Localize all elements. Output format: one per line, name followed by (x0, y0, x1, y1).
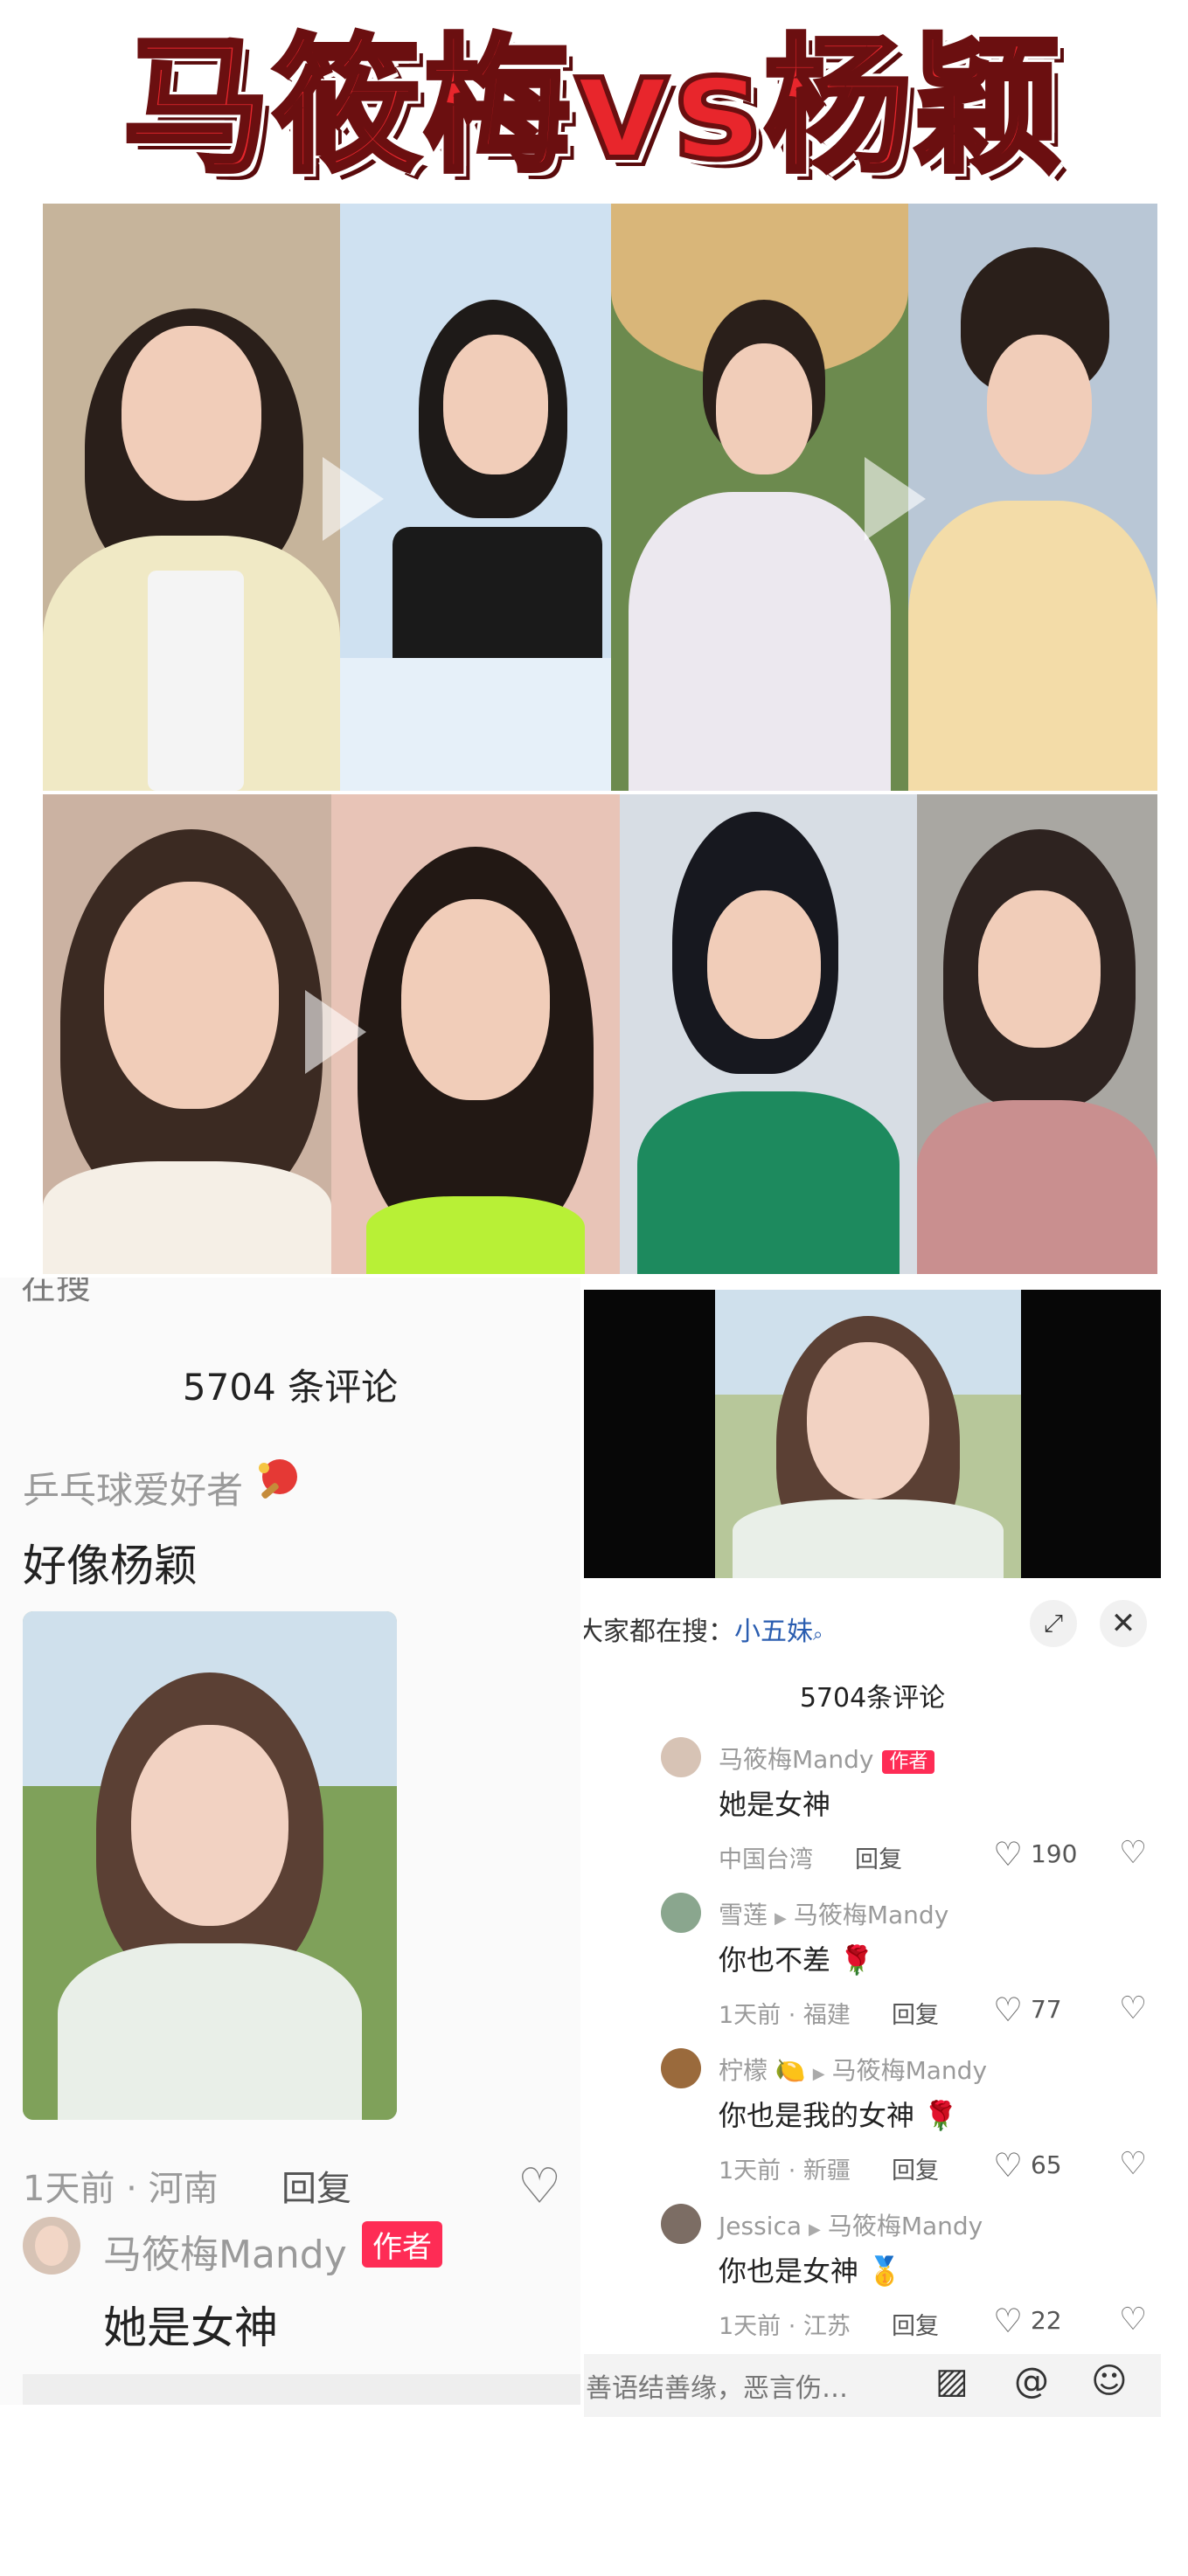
reply-button[interactable]: 回复 (892, 2307, 939, 2341)
heart-icon[interactable]: ♡ (518, 2158, 561, 2215)
reply-to-username[interactable]: 马筱梅Mandy (794, 1901, 948, 1929)
photo-5[interactable] (43, 794, 331, 1274)
reply-arrow-icon: ▶ (775, 1909, 787, 1928)
comment-panel-left: 在搜 5704 条评论 乒乓球爱好者 好像杨颖 1天前 · 河南 回复 ♡ 马筱… (0, 1278, 580, 2405)
photo-6[interactable] (331, 794, 620, 1274)
comment-text: 她是女神 (103, 2302, 278, 2353)
reply-arrow-icon: ▶ (812, 2065, 825, 2083)
reply-to-username[interactable]: 马筱梅Mandy (832, 2056, 987, 2085)
author-badge: 作者 (882, 1750, 935, 1774)
page-footer-space (0, 2420, 1188, 2576)
photo-1[interactable] (43, 204, 340, 791)
ping-pong-icon (259, 1459, 297, 1499)
reply-arrow-icon: ▶ (809, 2220, 821, 2239)
dislike-icon[interactable]: ♡ (1119, 1991, 1147, 2026)
expand-icon[interactable]: ⤢ (1030, 1600, 1077, 1647)
comment-text: 她是女神 (719, 1788, 831, 1821)
photo-7[interactable] (620, 794, 917, 1274)
photo-3[interactable] (611, 204, 908, 791)
play-icon[interactable] (305, 990, 366, 1074)
like-button[interactable]: ♡ 190 (993, 1835, 1077, 1873)
comment-text: 好像杨颖 (23, 1541, 198, 1591)
emoji-icon[interactable]: ☺ (1091, 2361, 1128, 2401)
photo-8[interactable] (917, 794, 1157, 1274)
like-button[interactable]: ♡ 77 (993, 1991, 1062, 2029)
heart-icon: ♡ (993, 1991, 1024, 2029)
avatar[interactable] (661, 2048, 701, 2088)
comment-username[interactable]: 柠檬 🍋 (719, 2056, 806, 2085)
heart-icon: ♡ (993, 2146, 1024, 2185)
video-player[interactable] (584, 1290, 1161, 1578)
comment-text: 你也是女神 🥇 (719, 2254, 903, 2288)
input-bar[interactable] (23, 2374, 580, 2405)
search-label: 大家都在搜： (584, 1617, 734, 1647)
comment-item: 柠檬 🍋 ▶ 马筱梅Mandy 你也是我的女神 🌹 1天前 · 新疆 回复 ♡ 65… (584, 2048, 1161, 2206)
comment-item: Jessica ▶ 马筱梅Mandy 你也是女神 🥇 1天前 · 江苏 回复 ♡ 2… (584, 2204, 1161, 2361)
comment-meta: 1天前 · 江苏 (719, 2313, 851, 2340)
comment-meta: 1天前 · 福建 (719, 2002, 851, 2029)
search-keyword[interactable]: 小五妹 (734, 1617, 813, 1647)
reply-button[interactable]: 回复 (892, 1996, 939, 2030)
play-icon[interactable] (865, 457, 926, 541)
avatar[interactable] (661, 1737, 701, 1777)
comment-item: 马筱梅Mandy 作者 她是女神 中国台湾 回复 ♡ 190 ♡ (584, 1737, 1161, 1894)
comment-username[interactable]: 雪莲 (719, 1901, 768, 1929)
author-name[interactable]: 马筱梅Mandy (103, 2223, 347, 2279)
dislike-icon[interactable]: ♡ (1119, 1835, 1147, 1871)
comment-username[interactable]: 马筱梅Mandy (719, 1745, 873, 1774)
comment-panel-right: 大家都在搜：小五妹⌕ ⤢ ✕ 5704条评论 马筱梅Mandy 作者 她是女神 中… (584, 1290, 1161, 2417)
comment-image[interactable] (23, 1611, 397, 2120)
author-badge: 作者 (362, 2221, 442, 2268)
reply-button[interactable]: 回复 (892, 2151, 939, 2185)
heart-icon: ♡ (993, 1835, 1024, 1873)
comment-meta: 1天前 · 新疆 (719, 2157, 851, 2185)
comment-username[interactable]: Jessica (719, 2212, 802, 2240)
at-icon[interactable]: @ (1014, 2361, 1049, 2401)
search-icon: ⌕ (813, 1624, 823, 1645)
reply-button[interactable]: 回复 (281, 2160, 351, 2211)
image-icon[interactable]: ▨ (935, 2361, 969, 2401)
comment-input[interactable]: 善语结善缘，恶言伤… (586, 2366, 848, 2405)
reply-to-username[interactable]: 马筱梅Mandy (828, 2212, 983, 2240)
play-icon[interactable] (323, 457, 384, 541)
close-icon[interactable]: ✕ (1100, 1600, 1147, 1647)
comment-meta: 1天前 · 河南 (23, 2169, 219, 2209)
like-button[interactable]: ♡ 65 (993, 2146, 1062, 2185)
reply-button[interactable]: 回复 (855, 1840, 902, 1874)
like-count: 22 (1030, 2306, 1062, 2335)
avatar[interactable] (23, 2217, 80, 2275)
heart-icon: ♡ (993, 2302, 1024, 2340)
dislike-icon[interactable]: ♡ (1119, 2302, 1147, 2337)
like-count: 65 (1030, 2150, 1062, 2179)
like-button[interactable]: ♡ 22 (993, 2302, 1062, 2340)
search-hint-cut: 在搜 (21, 1278, 91, 1307)
avatar[interactable] (661, 2204, 701, 2244)
search-suggestion[interactable]: 大家都在搜：小五妹⌕ (584, 1610, 823, 1648)
photo-collage (43, 204, 1157, 1274)
comment-text: 你也不差 🌹 (719, 1943, 875, 1977)
comment-text: 你也是我的女神 🌹 (719, 2099, 959, 2132)
comment-item: 雪莲 ▶ 马筱梅Mandy 你也不差 🌹 1天前 · 福建 回复 ♡ 77 ♡ (584, 1893, 1161, 2050)
dislike-icon[interactable]: ♡ (1119, 2146, 1147, 2182)
like-count: 190 (1030, 1839, 1078, 1868)
avatar[interactable] (661, 1893, 701, 1933)
comment-meta: 中国台湾 (719, 1846, 813, 1873)
comment-count: 5704条评论 (799, 1683, 946, 1714)
like-count: 77 (1030, 1995, 1062, 2024)
comment-count: 5704 条评论 (182, 1366, 399, 1409)
video-frame (715, 1290, 1021, 1578)
page-title: 马筱梅vs杨颖 (121, 18, 1066, 195)
comment-input-bar: 善语结善缘，恶言伤… ▨ @ ☺ (584, 2354, 1161, 2417)
comment-username[interactable]: 乒乓球爱好者 (23, 1461, 243, 1514)
photo-4[interactable] (908, 204, 1157, 791)
